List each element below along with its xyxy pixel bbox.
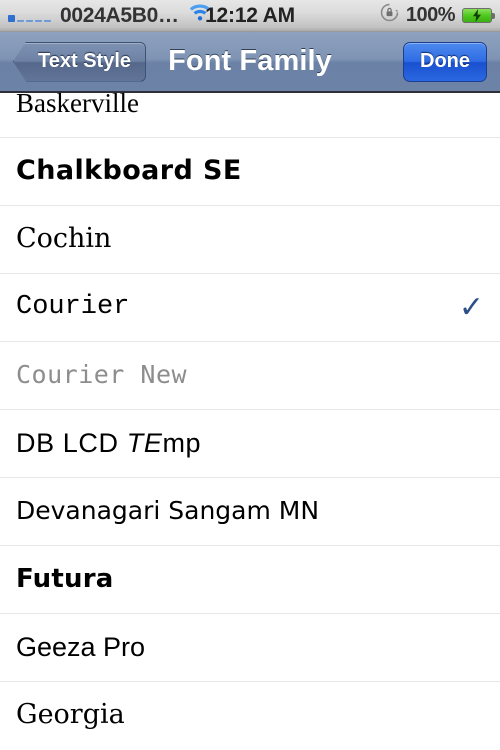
done-button-label: Done [420, 50, 470, 72]
font-row[interactable]: Cochin [0, 206, 500, 274]
iphone-screen: 0024A5B0… 12:12 AM 100% Text Style Font … [0, 0, 500, 750]
font-name-label: Cochin [16, 223, 112, 255]
navigation-bar: Text Style Font Family Done [0, 32, 500, 93]
font-name-label: DB LCD TEmp [16, 428, 202, 459]
battery-percent-label: 100% [405, 4, 456, 26]
font-row[interactable]: Devanagari Sangam MN [0, 478, 500, 546]
signal-strength-icon [8, 8, 51, 23]
font-row[interactable]: DB LCD TEmp [0, 410, 500, 478]
font-name-label: Chalkboard SE [16, 155, 242, 187]
checkmark-icon: ✓ [458, 290, 484, 324]
font-row[interactable]: Chalkboard SE [0, 138, 500, 206]
back-button-text-style[interactable]: Text Style [13, 41, 146, 82]
rotation-lock-icon [380, 3, 399, 28]
back-button-wrapper: Text Style [9, 41, 146, 82]
wifi-icon [188, 3, 212, 28]
status-bar-right: 100% [380, 3, 495, 28]
font-name-label: Geeza Pro [16, 632, 146, 663]
clock-label: 12:12 AM [205, 3, 295, 27]
font-row[interactable]: Geeza Pro [0, 614, 500, 682]
font-name-label: Courier [16, 292, 130, 323]
carrier-label: 0024A5B0… [60, 3, 179, 27]
font-row[interactable]: Georgia [0, 682, 500, 748]
battery-charging-icon [462, 8, 495, 23]
font-family-list[interactable]: Baskerville Chalkboard SE Cochin Courier ✓ Co… [0, 93, 500, 748]
font-row[interactable]: Baskerville [0, 93, 500, 138]
status-bar: 0024A5B0… 12:12 AM 100% [0, 0, 500, 32]
font-name-label: Futura [16, 563, 114, 594]
status-bar-left: 0024A5B0… [8, 4, 212, 28]
font-name-label: Devanagari Sangam MN [16, 496, 320, 526]
back-button-label: Text Style [38, 50, 131, 72]
font-name-label: Baskerville [16, 93, 139, 118]
font-name-label: Georgia [16, 699, 125, 731]
font-row[interactable]: Courier ✓ [0, 274, 500, 342]
done-button[interactable]: Done [403, 41, 487, 82]
font-row[interactable]: Courier New [0, 342, 500, 410]
font-name-label: Courier New [16, 360, 188, 390]
font-row[interactable]: Futura [0, 546, 500, 614]
